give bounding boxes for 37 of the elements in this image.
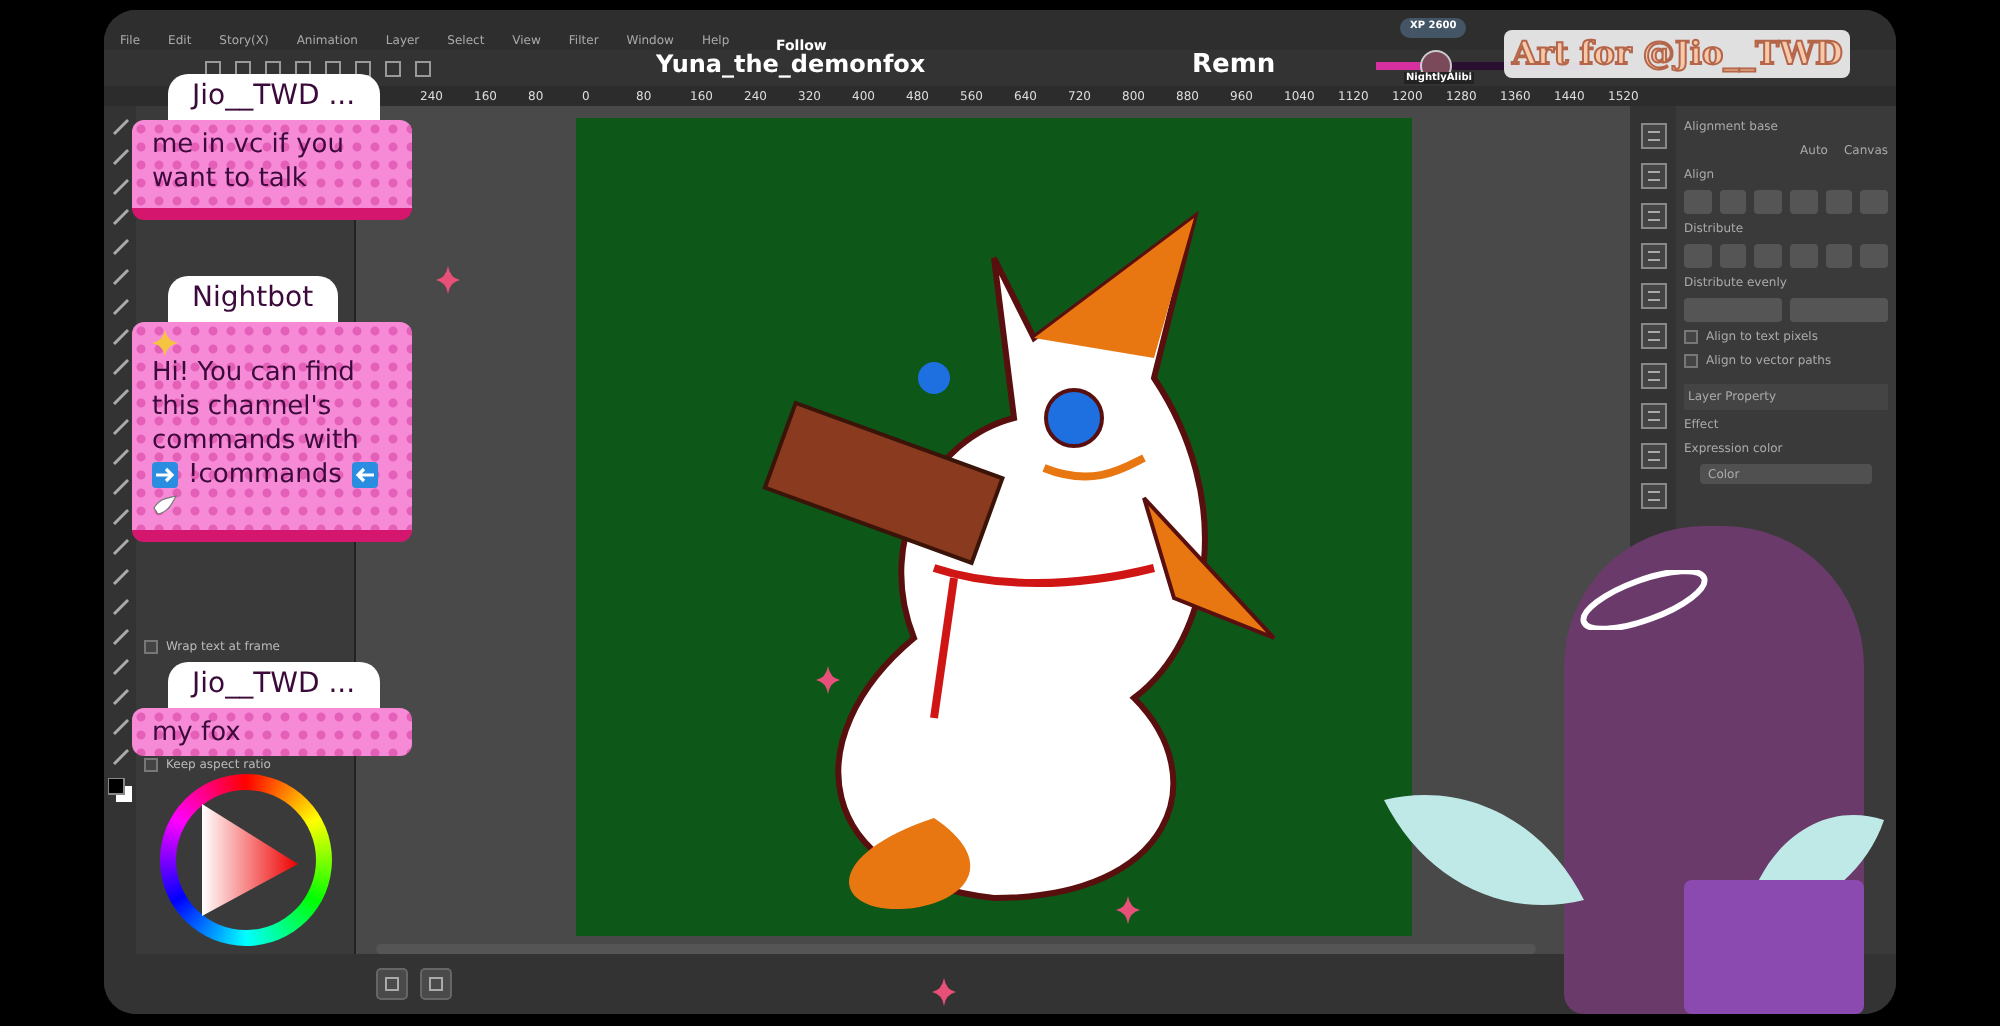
ticker-text: Remn [1192,48,1276,84]
panel-icon[interactable] [1639,122,1667,150]
panel-icon[interactable] [1639,162,1667,190]
panel-icon[interactable] [1639,362,1667,390]
halo-icon [1574,570,1714,630]
sparkle-icon [1116,896,1140,924]
checkbox[interactable] [1684,354,1698,368]
chat-message-text: me in vc if you want to talk [152,128,346,196]
checkbox[interactable] [144,640,158,654]
panel-icon[interactable] [1639,242,1667,270]
arrow-left-icon [351,462,378,488]
chat-message-text: my fox [152,716,241,750]
panel-icon[interactable] [1639,482,1667,510]
checkbox[interactable] [144,758,158,772]
follower-name: Yuna_the_demonfox [656,50,926,82]
arrow-right-icon [152,462,178,488]
checkbox[interactable] [1684,330,1698,344]
panel-icon[interactable] [1639,442,1667,470]
chat-message-text: Hi! You can find this channel's commands with [152,356,361,458]
panel-icon[interactable] [1639,402,1667,430]
scroll-bar[interactable] [376,944,1536,954]
sparkle-icon [816,666,840,694]
layer-button-icon[interactable] [376,968,408,1000]
sparkle-icon [932,978,956,1006]
sparkle-icon [152,330,178,356]
chat-message-text: !commands [188,458,342,492]
banner-title: Art for @Jio__TWD [1504,30,1851,78]
panel-icon[interactable] [1639,322,1667,350]
panel-icon[interactable] [1639,282,1667,310]
chat-username: Jio__TWD ... [168,662,380,708]
chat-username: Nightbot [168,276,338,322]
sparkle-icon [436,266,460,294]
layer-button-icon[interactable] [420,968,452,1000]
panel-icon[interactable] [1639,202,1667,230]
bird-icon [152,492,178,518]
chat-username: Jio__TWD ... [168,74,380,120]
color-swatch-icon[interactable] [108,778,132,802]
